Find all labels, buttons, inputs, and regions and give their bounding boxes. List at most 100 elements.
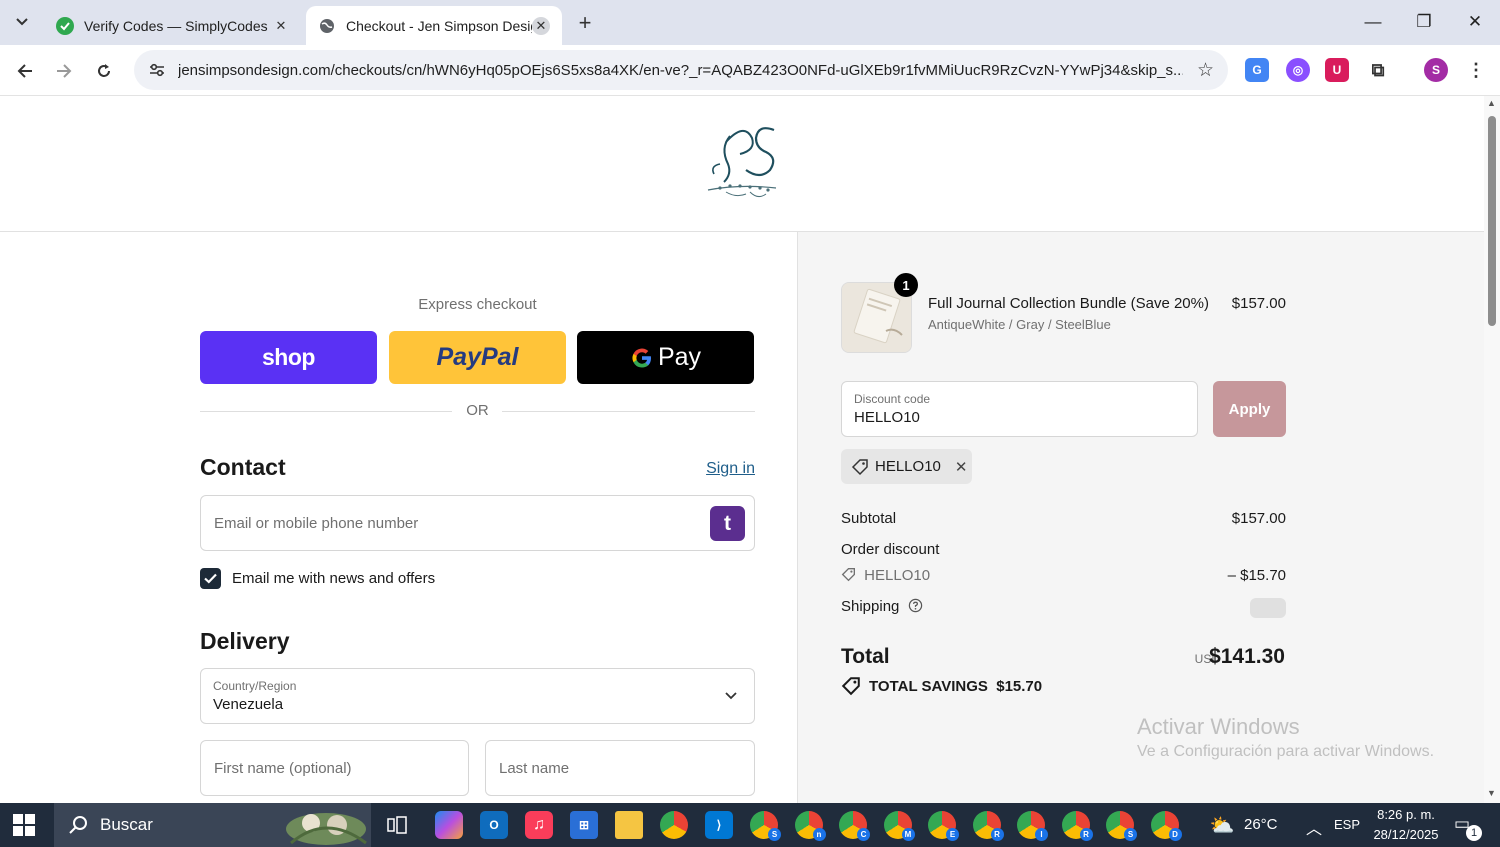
product-name: Full Journal Collection Bundle (Save 20%… xyxy=(928,295,1209,312)
notification-count-badge: 1 xyxy=(1466,825,1482,841)
search-highlight-illustration xyxy=(286,813,367,845)
order-discount-row: Order discount xyxy=(841,541,1286,558)
chrome-profile-letter: n xyxy=(812,828,826,841)
or-label: OR xyxy=(466,402,489,419)
tab-search-chevron-icon[interactable] xyxy=(8,8,36,36)
reload-icon[interactable] xyxy=(89,56,119,86)
newsletter-checkbox[interactable] xyxy=(200,568,221,589)
chrome-profile-letter: R xyxy=(1079,828,1093,841)
sign-in-link[interactable]: Sign in xyxy=(680,460,755,478)
close-tab-icon[interactable]: ✕ xyxy=(272,17,290,35)
site-settings-icon[interactable] xyxy=(144,57,170,83)
extension-icon[interactable]: ◎ xyxy=(1286,58,1310,82)
windows-start-icon[interactable] xyxy=(12,813,36,837)
shop-pay-button[interactable]: shop xyxy=(200,331,377,384)
chrome-profile-letter: D xyxy=(1168,828,1182,841)
quantity-badge: 1 xyxy=(894,273,918,297)
express-checkout-label: Express checkout xyxy=(418,296,537,313)
last-name-field[interactable]: Last name xyxy=(485,740,755,796)
chrome-profile-window-icon[interactable]: S xyxy=(1106,811,1137,841)
clock-date[interactable]: 28/12/2025 xyxy=(1370,827,1442,842)
tab-checkout[interactable]: Checkout - Jen Simpson Design ✕ xyxy=(306,6,562,45)
chrome-profile-letter: R xyxy=(990,828,1004,841)
chrome-profile-window-icon[interactable]: E xyxy=(928,811,959,841)
close-tab-icon[interactable]: ✕ xyxy=(532,16,550,35)
minimize-icon[interactable]: — xyxy=(1350,6,1396,38)
scroll-down-icon[interactable]: ▼ xyxy=(1487,788,1496,798)
help-circle-icon[interactable] xyxy=(908,598,923,613)
contact-heading: Contact xyxy=(200,454,286,480)
browser-menu-icon[interactable]: ⋮ xyxy=(1464,58,1488,82)
search-icon xyxy=(69,816,87,834)
store-logo[interactable] xyxy=(700,118,786,208)
shop-pay-label: shop xyxy=(262,344,315,370)
tab-title: Checkout - Jen Simpson Design xyxy=(346,17,532,34)
tag-icon xyxy=(841,568,855,582)
tumblr-autofill-icon[interactable]: t xyxy=(710,506,745,541)
weather-cloud-icon[interactable]: ⛅ xyxy=(1208,811,1236,839)
discount-code-label: Discount code xyxy=(854,392,931,406)
chrome-profile-window-icon[interactable]: I xyxy=(1017,811,1048,841)
taskbar-search[interactable]: Buscar xyxy=(54,803,371,847)
first-name-placeholder: First name (optional) xyxy=(214,760,352,777)
windows-activation-subtitle: Ve a Configuración para activar Windows. xyxy=(1137,743,1435,760)
chrome-profile-letter: S xyxy=(768,828,781,841)
store-icon[interactable]: ⊞ xyxy=(570,811,598,839)
address-bar[interactable]: jensimpsondesign.com/checkouts/cn/hWN6yH… xyxy=(134,50,1228,90)
email-field[interactable]: Email or mobile phone number t xyxy=(200,495,755,551)
profile-avatar[interactable]: S xyxy=(1424,58,1448,82)
discount-code-field[interactable]: Discount code HELLO10 xyxy=(841,381,1198,437)
new-tab-plus-icon[interactable]: + xyxy=(572,10,598,36)
subtotal-row: Subtotal $157.00 xyxy=(841,510,1286,527)
first-name-field[interactable]: First name (optional) xyxy=(200,740,469,796)
scroll-up-icon[interactable]: ▲ xyxy=(1487,98,1496,108)
chrome-profile-window-icon[interactable]: S xyxy=(750,811,781,841)
windows-activation-title: Activar Windows xyxy=(1137,714,1300,739)
bookmark-star-icon[interactable]: ☆ xyxy=(1197,59,1214,82)
order-discount-code-row: HELLO10 – $15.70 xyxy=(841,567,1286,584)
task-view-icon[interactable] xyxy=(383,811,411,839)
discount-code-value: HELLO10 xyxy=(854,409,920,426)
vscode-icon[interactable]: ⟩ xyxy=(705,811,733,839)
tag-icon xyxy=(841,677,860,696)
last-name-placeholder: Last name xyxy=(499,760,570,777)
chrome-profile-window-icon[interactable]: M xyxy=(883,811,915,841)
forward-arrow-icon[interactable] xyxy=(49,56,79,86)
google-g-icon xyxy=(632,348,651,368)
apply-button[interactable]: Apply xyxy=(1213,381,1286,437)
outlook-icon[interactable]: O xyxy=(480,811,508,839)
chrome-icon[interactable] xyxy=(660,811,688,839)
google-pay-label: Pay xyxy=(657,343,702,371)
paypal-button[interactable]: PayPal xyxy=(389,331,566,384)
close-window-icon[interactable]: ✕ xyxy=(1452,6,1498,38)
scrollbar-thumb[interactable] xyxy=(1488,116,1496,326)
shipping-row: Shipping xyxy=(841,598,1286,618)
page-scrollbar[interactable]: ▲ ▼ xyxy=(1484,96,1500,803)
store-header xyxy=(0,96,1484,232)
chrome-profile-letter: C xyxy=(857,828,870,841)
remove-discount-icon[interactable]: ✕ xyxy=(955,458,968,476)
chrome-profile-window-icon[interactable]: C xyxy=(839,811,870,841)
tab-simplycodes[interactable]: Verify Codes — SimplyCodes ✕ xyxy=(44,6,302,45)
extensions-puzzle-icon[interactable]: ⧉ xyxy=(1366,58,1390,82)
order-discount-code: HELLO10 xyxy=(864,567,931,584)
google-translate-icon[interactable]: G xyxy=(1245,58,1269,82)
tray-chevron-up-icon[interactable]: ︿ xyxy=(1306,815,1322,839)
chrome-profile-window-icon[interactable]: R xyxy=(972,811,1004,841)
copilot-icon[interactable] xyxy=(435,811,463,839)
temperature[interactable]: 26°C xyxy=(1244,816,1278,833)
google-pay-button[interactable]: Pay xyxy=(577,331,754,384)
browser-tab-bar: Verify Codes — SimplyCodes ✕ Checkout - … xyxy=(0,0,1500,45)
country-select[interactable]: Country/Region Venezuela xyxy=(200,668,755,724)
music-app-icon[interactable]: ♫ xyxy=(525,811,553,839)
chrome-profile-window-icon[interactable]: D xyxy=(1150,811,1182,841)
restore-icon[interactable]: ❐ xyxy=(1401,6,1447,38)
back-arrow-icon[interactable] xyxy=(10,56,40,86)
country-value: Venezuela xyxy=(213,696,284,713)
shield-extension-icon[interactable]: U xyxy=(1325,58,1349,82)
language-indicator[interactable]: ESP xyxy=(1334,817,1360,832)
clock-time[interactable]: 8:26 p. m. xyxy=(1374,807,1438,822)
file-explorer-icon[interactable] xyxy=(615,811,643,839)
chrome-profile-window-icon[interactable]: R xyxy=(1061,811,1093,841)
chrome-profile-window-icon[interactable]: n xyxy=(794,811,826,841)
